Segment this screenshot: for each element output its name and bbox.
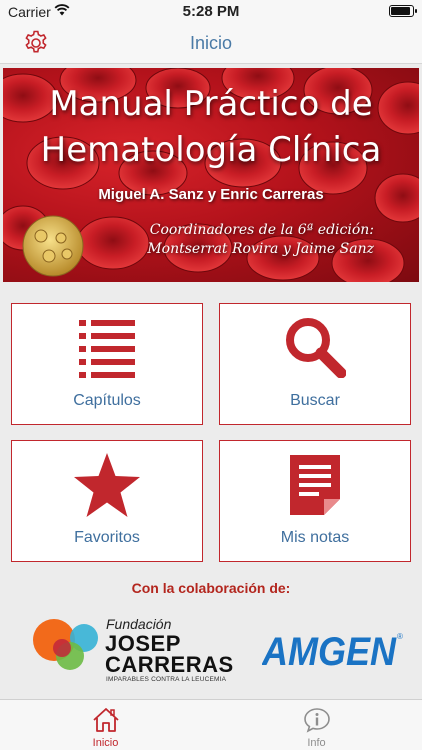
home-icon (92, 708, 119, 732)
fundacion-josep-carreras-logo: Fundación JOSEP CARRERAS IMPARABLES CONT… (32, 614, 233, 686)
capitulos-label: Capítulos (73, 392, 141, 409)
favoritos-button[interactable]: Favoritos (11, 440, 203, 562)
star-icon (74, 453, 140, 517)
tab-info[interactable]: Info (211, 700, 422, 750)
tab-inicio[interactable]: Inicio (0, 700, 211, 750)
coordinators-names: Montserrat Rovira y Jaime Sanz (147, 241, 374, 257)
tab-inicio-label: Inicio (92, 737, 119, 749)
buscar-button[interactable]: Buscar (219, 303, 411, 425)
book-cover-banner: Manual Práctico de Hematología Clínica M… (3, 68, 419, 282)
tab-bar: Inicio Info (0, 699, 422, 750)
fundacion-tagline: IMPARABLES CONTRA LA LEUCEMIA (106, 676, 227, 683)
amgen-wordmark: AMGEN (262, 630, 397, 671)
clock: 5:28 PM (182, 3, 240, 20)
notes-icon (290, 455, 340, 515)
page-title: Inicio (189, 33, 233, 53)
book-title-line2: Hematología Clínica (40, 130, 382, 170)
mis-notas-button[interactable]: Mis notas (219, 440, 411, 562)
book-authors: Miguel A. Sanz y Enric Carreras (98, 186, 324, 203)
favoritos-label: Favoritos (74, 529, 140, 546)
josep-carreras-circles-icon (33, 619, 98, 670)
magnifier-icon (286, 318, 346, 378)
navigation-bar: Inicio (0, 22, 422, 64)
tab-info-label: Info (307, 737, 326, 749)
coordinators-heading: Coordinadores de la 6ª edición: (149, 222, 374, 238)
collaboration-heading: Con la colaboración de: (131, 580, 291, 596)
registered-mark-icon: ® (397, 632, 403, 641)
battery-icon (389, 5, 417, 17)
carreras-label: CARRERAS (105, 652, 234, 677)
list-icon (79, 320, 135, 378)
capitulos-button[interactable]: Capítulos (11, 303, 203, 425)
status-bar: Carrier 5:28 PM (0, 0, 422, 22)
mis-notas-label: Mis notas (280, 529, 350, 546)
book-title-line1: Manual Práctico de (49, 84, 373, 124)
info-icon (303, 708, 330, 733)
amgen-logo: AMGEN ® (262, 630, 403, 671)
fundacion-label: Fundación (106, 616, 172, 632)
buscar-label: Buscar (290, 392, 340, 409)
